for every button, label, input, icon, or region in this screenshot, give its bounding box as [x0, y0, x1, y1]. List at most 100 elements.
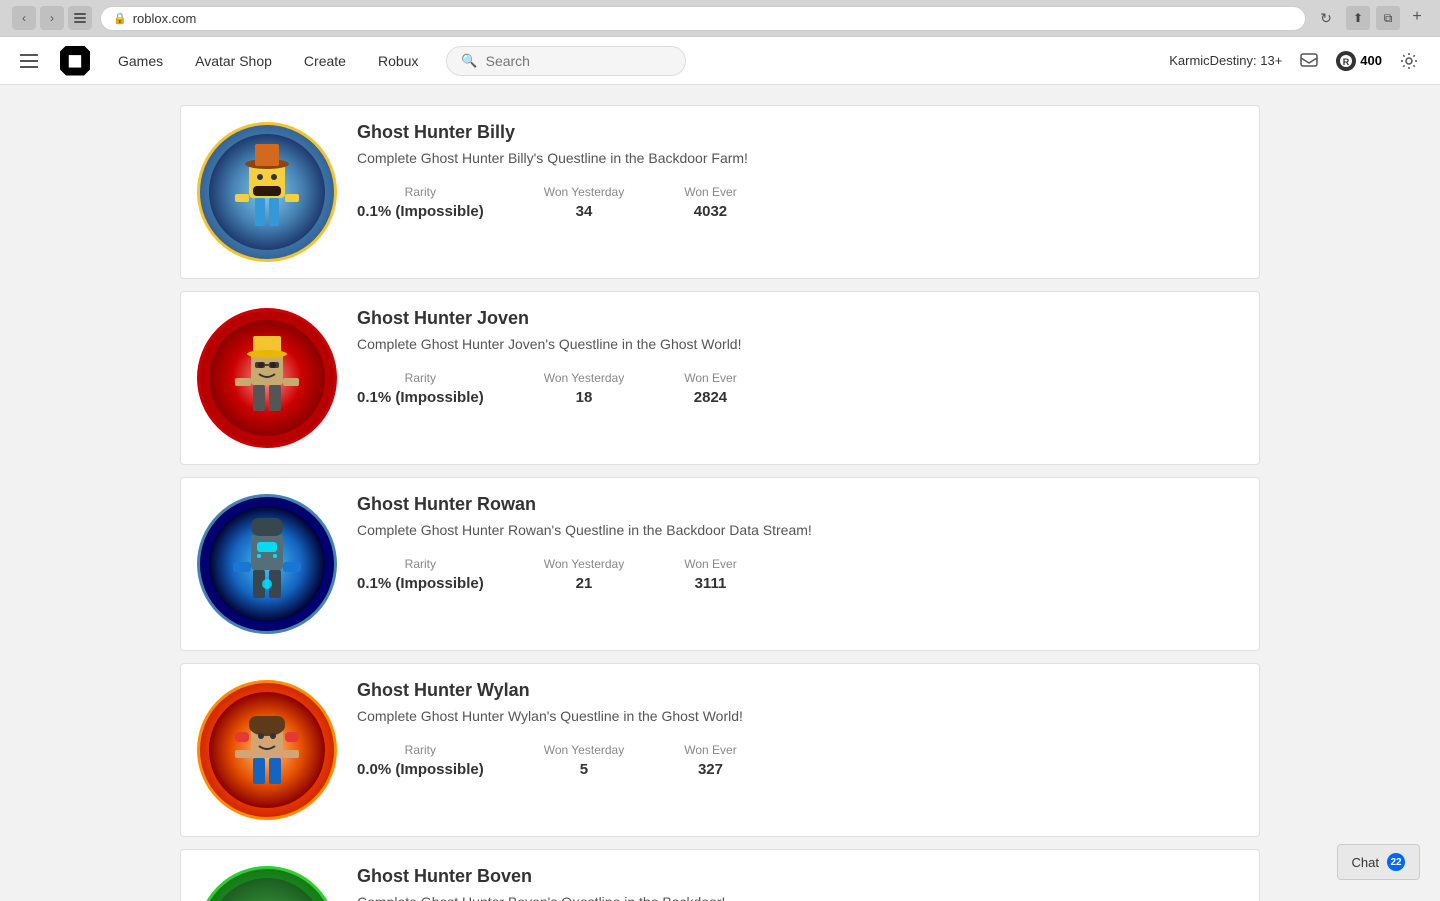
rarity-label-joven: Rarity: [357, 371, 484, 385]
hamburger-line: [20, 54, 38, 56]
badge-info-wylan: Ghost Hunter Wylan Complete Ghost Hunter…: [357, 680, 1243, 778]
browser-chrome: ‹ › 🔒 roblox.com ↻ ⬆ ⧉ +: [0, 0, 1440, 37]
nav-games-link[interactable]: Games: [102, 37, 179, 85]
roblox-navbar: ◼ Games Avatar Shop Create Robux 🔍 Karmi…: [0, 37, 1440, 85]
ever-label-rowan: Won Ever: [684, 557, 736, 571]
ever-label-billy: Won Ever: [684, 185, 736, 199]
nav-avatar-shop-link[interactable]: Avatar Shop: [179, 37, 288, 85]
badge-stat-yesterday-wylan: Won Yesterday 5: [544, 743, 625, 778]
chat-button[interactable]: Chat 22: [1337, 844, 1420, 880]
rarity-label-billy: Rarity: [357, 185, 484, 199]
new-tab-button[interactable]: ⧉: [1376, 6, 1400, 30]
browser-actions: ⬆ ⧉ +: [1346, 6, 1428, 30]
browser-titlebar: ‹ › 🔒 roblox.com ↻ ⬆ ⧉ +: [0, 0, 1440, 36]
nav-right: KarmicDestiny: 13+ R 400: [1169, 46, 1424, 76]
chat-label: Chat: [1352, 855, 1379, 870]
ever-value-rowan: 3111: [684, 575, 736, 592]
yesterday-value-joven: 18: [544, 389, 625, 406]
badge-card-joven: Ghost Hunter Joven Complete Ghost Hunter…: [180, 291, 1260, 465]
robux-amount: 400: [1360, 53, 1382, 68]
address-bar[interactable]: 🔒 roblox.com: [100, 6, 1306, 31]
yesterday-label-wylan: Won Yesterday: [544, 743, 625, 757]
ever-value-joven: 2824: [684, 389, 736, 406]
settings-icon[interactable]: [1394, 46, 1424, 76]
badge-stat-ever-wylan: Won Ever 327: [684, 743, 736, 778]
rarity-label-wylan: Rarity: [357, 743, 484, 757]
svg-text:R: R: [1343, 57, 1350, 67]
badge-stat-rarity-wylan: Rarity 0.0% (Impossible): [357, 743, 484, 778]
badge-stat-rarity-rowan: Rarity 0.1% (Impossible): [357, 557, 484, 592]
badge-card-boven: Ghost Hunter Boven Complete Ghost Hunter…: [180, 849, 1260, 901]
badge-stats-wylan: Rarity 0.0% (Impossible) Won Yesterday 5…: [357, 743, 1243, 778]
forward-button[interactable]: ›: [40, 6, 64, 30]
badge-stat-ever-rowan: Won Ever 3111: [684, 557, 736, 592]
badge-image-rowan: [197, 494, 337, 634]
yesterday-label-joven: Won Yesterday: [544, 371, 625, 385]
rarity-value-wylan: 0.0% (Impossible): [357, 761, 484, 778]
badge-desc-joven: Complete Ghost Hunter Joven's Questline …: [357, 335, 1243, 355]
rarity-value-rowan: 0.1% (Impossible): [357, 575, 484, 592]
badge-stat-yesterday-joven: Won Yesterday 18: [544, 371, 625, 406]
ever-value-billy: 4032: [684, 203, 736, 220]
badge-card-rowan: Ghost Hunter Rowan Complete Ghost Hunter…: [180, 477, 1260, 651]
badge-stat-ever-billy: Won Ever 4032: [684, 185, 736, 220]
badge-stats-billy: Rarity 0.1% (Impossible) Won Yesterday 3…: [357, 185, 1243, 220]
yesterday-value-billy: 34: [544, 203, 625, 220]
badge-desc-billy: Complete Ghost Hunter Billy's Questline …: [357, 149, 1243, 169]
rarity-label-rowan: Rarity: [357, 557, 484, 571]
robux-icon: R: [1336, 51, 1356, 71]
search-input[interactable]: [486, 53, 672, 69]
badge-name-wylan: Ghost Hunter Wylan: [357, 680, 1243, 701]
nav-robux-link[interactable]: Robux: [362, 37, 434, 85]
nav-create-link[interactable]: Create: [288, 37, 362, 85]
badge-card-billy: Ghost Hunter Billy Complete Ghost Hunter…: [180, 105, 1260, 279]
badge-stats-joven: Rarity 0.1% (Impossible) Won Yesterday 1…: [357, 371, 1243, 406]
badge-stat-yesterday-billy: Won Yesterday 34: [544, 185, 625, 220]
roblox-logo[interactable]: ◼: [60, 46, 90, 76]
badge-name-joven: Ghost Hunter Joven: [357, 308, 1243, 329]
add-tab-button[interactable]: +: [1406, 6, 1428, 28]
badge-stat-rarity-billy: Rarity 0.1% (Impossible): [357, 185, 484, 220]
yesterday-label-rowan: Won Yesterday: [544, 557, 625, 571]
badge-desc-rowan: Complete Ghost Hunter Rowan's Questline …: [357, 521, 1243, 541]
search-icon: 🔍: [461, 53, 477, 69]
badge-stat-rarity-joven: Rarity 0.1% (Impossible): [357, 371, 484, 406]
badge-info-rowan: Ghost Hunter Rowan Complete Ghost Hunter…: [357, 494, 1243, 592]
badge-stat-yesterday-rowan: Won Yesterday 21: [544, 557, 625, 592]
nav-arrows: ‹ ›: [12, 6, 92, 30]
badge-name-boven: Ghost Hunter Boven: [357, 866, 1243, 887]
lock-icon: 🔒: [113, 12, 127, 25]
robux-display: R 400: [1336, 51, 1382, 71]
badge-image-joven: [197, 308, 337, 448]
username-display: KarmicDestiny: 13+: [1169, 53, 1282, 68]
badge-image-billy: [197, 122, 337, 262]
share-button[interactable]: ⬆: [1346, 6, 1370, 30]
badge-image-wylan: [197, 680, 337, 820]
search-bar[interactable]: 🔍: [446, 46, 686, 76]
nav-links: Games Avatar Shop Create Robux: [102, 37, 434, 85]
ever-label-wylan: Won Ever: [684, 743, 736, 757]
badge-stat-ever-joven: Won Ever 2824: [684, 371, 736, 406]
yesterday-label-billy: Won Yesterday: [544, 185, 625, 199]
hamburger-line: [20, 66, 38, 68]
main-content: Ghost Hunter Billy Complete Ghost Hunter…: [0, 85, 1440, 901]
ever-value-wylan: 327: [684, 761, 736, 778]
badge-desc-wylan: Complete Ghost Hunter Wylan's Questline …: [357, 707, 1243, 727]
url-text: roblox.com: [133, 11, 197, 26]
hamburger-menu[interactable]: [16, 45, 48, 77]
badge-image-boven: [197, 866, 337, 901]
yesterday-value-wylan: 5: [544, 761, 625, 778]
badge-name-billy: Ghost Hunter Billy: [357, 122, 1243, 143]
back-button[interactable]: ‹: [12, 6, 36, 30]
badge-card-wylan: Ghost Hunter Wylan Complete Ghost Hunter…: [180, 663, 1260, 837]
rarity-value-billy: 0.1% (Impossible): [357, 203, 484, 220]
badge-name-rowan: Ghost Hunter Rowan: [357, 494, 1243, 515]
badge-info-billy: Ghost Hunter Billy Complete Ghost Hunter…: [357, 122, 1243, 220]
reload-button[interactable]: ↻: [1314, 6, 1338, 30]
hamburger-line: [20, 60, 38, 62]
badge-stats-rowan: Rarity 0.1% (Impossible) Won Yesterday 2…: [357, 557, 1243, 592]
ever-label-joven: Won Ever: [684, 371, 736, 385]
sidebar-toggle-button[interactable]: [68, 6, 92, 30]
badge-info-joven: Ghost Hunter Joven Complete Ghost Hunter…: [357, 308, 1243, 406]
messages-icon[interactable]: [1294, 46, 1324, 76]
